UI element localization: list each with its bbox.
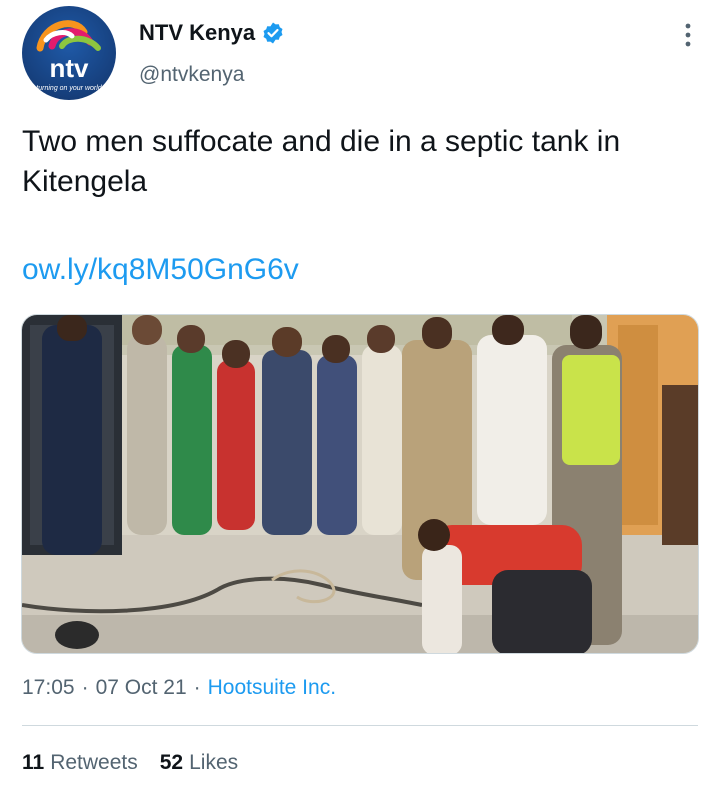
tweet-time[interactable]: 17:05 bbox=[22, 676, 75, 700]
media-photo bbox=[22, 315, 698, 653]
author-handle[interactable]: @ntvkenya bbox=[139, 63, 244, 87]
tweet-link[interactable]: ow.ly/kq8M50GnG6v bbox=[22, 250, 299, 290]
avatar-logo-text: ntv bbox=[50, 53, 90, 83]
retweets-count: 11 bbox=[22, 751, 45, 774]
divider bbox=[22, 725, 698, 726]
author-name-text: NTV Kenya bbox=[139, 20, 256, 45]
ntv-logo-icon: ntv turning on your world bbox=[36, 20, 103, 92]
meta-separator: · bbox=[193, 676, 201, 699]
more-options-icon[interactable] bbox=[678, 20, 698, 50]
author-name[interactable]: NTV Kenya bbox=[139, 20, 285, 46]
author-avatar[interactable]: ntv turning on your world bbox=[22, 6, 116, 100]
meta-separator: · bbox=[81, 676, 89, 699]
tweet-stats: 11 Retweets 52 Likes bbox=[22, 751, 238, 775]
avatar-tagline: turning on your world bbox=[36, 85, 102, 92]
tweet-text: Two men suffocate and die in a septic ta… bbox=[22, 125, 621, 198]
likes-label: Likes bbox=[189, 751, 239, 774]
retweets-label: Retweets bbox=[50, 751, 138, 774]
verified-badge-icon bbox=[263, 22, 283, 44]
likes-count: 52 bbox=[159, 751, 184, 774]
retweets-stat[interactable]: 11 Retweets bbox=[22, 751, 138, 775]
tweet-source[interactable]: Hootsuite Inc. bbox=[208, 676, 336, 700]
tweet-date[interactable]: 07 Oct 21 bbox=[96, 676, 187, 700]
tweet-media-photo[interactable] bbox=[21, 314, 699, 654]
tweet-meta: 17:05 · 07 Oct 21 · Hootsuite Inc. bbox=[22, 676, 336, 700]
tweet-card: ntv turning on your world NTV Kenya @ntv… bbox=[0, 0, 720, 794]
likes-stat[interactable]: 52 Likes bbox=[160, 751, 238, 775]
